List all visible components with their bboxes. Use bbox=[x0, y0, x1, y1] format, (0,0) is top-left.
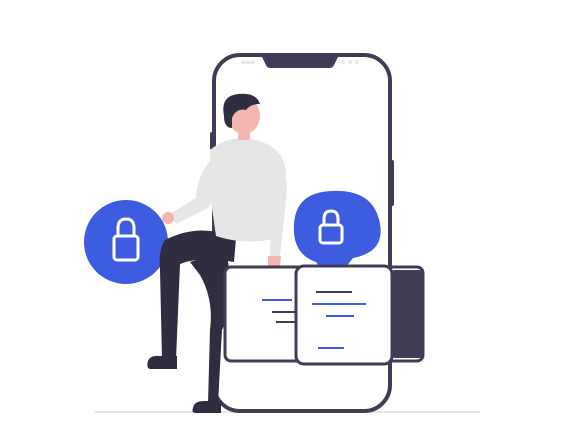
person-shoe bbox=[147, 355, 177, 369]
illustration-canvas bbox=[84, 53, 480, 413]
security-illustration bbox=[0, 0, 563, 443]
phone-side-button bbox=[390, 160, 394, 206]
phone-speaker bbox=[241, 61, 255, 64]
person-shoe bbox=[192, 401, 221, 413]
phone-side-button bbox=[210, 132, 214, 150]
phone-camera-dot bbox=[341, 60, 345, 64]
phone-notch bbox=[262, 57, 338, 68]
content-card-front bbox=[294, 264, 394, 366]
phone-camera-dot bbox=[355, 60, 359, 64]
phone-camera-dot bbox=[348, 60, 352, 64]
lock-badge-left bbox=[84, 200, 168, 284]
person-hand bbox=[162, 212, 174, 224]
lock-badge-circle bbox=[84, 200, 168, 284]
card-right-tab bbox=[391, 270, 423, 358]
